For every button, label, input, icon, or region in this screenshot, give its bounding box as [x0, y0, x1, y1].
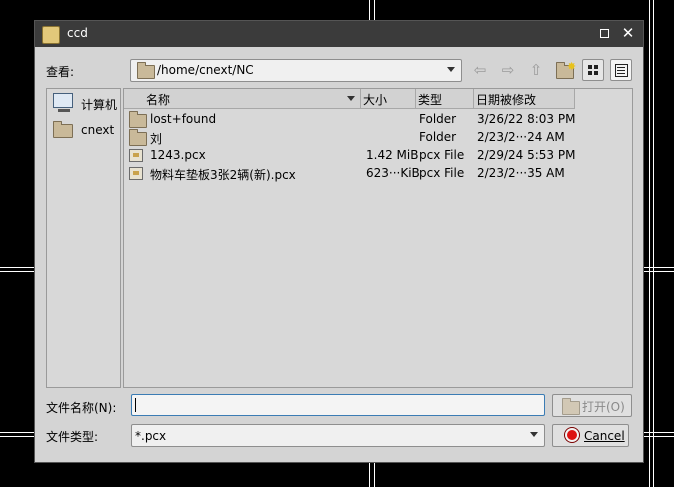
- cancel-button-label: Cancel: [584, 429, 625, 443]
- file-name: 刘: [150, 132, 163, 146]
- column-header-name[interactable]: 名称: [124, 89, 361, 109]
- computer-icon: [53, 93, 73, 112]
- sidebar-item-label: cnext: [81, 123, 115, 137]
- chevron-down-icon: [447, 67, 455, 72]
- file-size: 623···KiB: [366, 166, 420, 180]
- file-name: 物料车垫板3张2辆(新).pcx: [150, 168, 296, 182]
- file-date: 2/23/2···35 AM: [477, 166, 565, 180]
- column-header-label: 类型: [418, 93, 443, 107]
- desktop-guide-line: [653, 0, 654, 487]
- file-date: 3/26/22 8:03 PM: [477, 112, 576, 126]
- folder-icon: [53, 121, 73, 138]
- filename-input[interactable]: [131, 394, 545, 416]
- column-header-date[interactable]: 日期被修改: [474, 89, 575, 109]
- filetype-value: *.pcx: [135, 429, 167, 443]
- table-row[interactable]: 刘 Folder 2/23/2···24 AM: [124, 128, 632, 146]
- close-icon[interactable]: ✕: [620, 25, 636, 41]
- table-row[interactable]: 1243.pcx 1.42 MiB pcx File 2/29/24 5:53 …: [124, 146, 632, 164]
- table-row[interactable]: lost+found Folder 3/26/22 8:03 PM: [124, 110, 632, 128]
- file-date: 2/29/24 5:53 PM: [477, 148, 576, 162]
- desktop-guide-line: [649, 0, 650, 487]
- file-list[interactable]: 名称 大小 类型 日期被修改 lost+found Folder 3/26/22…: [123, 88, 633, 388]
- open-button-label: 打开(O): [582, 400, 625, 414]
- file-dialog: ccd ✕ 查看: /home/cnext/NC ⇦ ⇨ ⇧ ✸ 计算机 cne…: [35, 21, 643, 462]
- maximize-icon[interactable]: [596, 25, 612, 41]
- cancel-button[interactable]: Cancel: [552, 424, 629, 447]
- folder-icon: [129, 111, 147, 128]
- folder-icon: [137, 62, 155, 79]
- column-header-label: 大小: [363, 93, 388, 107]
- places-sidebar: 计算机 cnext: [46, 88, 121, 388]
- folder-icon: [129, 129, 147, 146]
- column-header-label: 日期被修改: [476, 93, 537, 107]
- cancel-icon: [565, 428, 579, 442]
- table-row[interactable]: 物料车垫板3张2辆(新).pcx 623···KiB pcx File 2/23…: [124, 164, 632, 182]
- filetype-combobox[interactable]: *.pcx: [131, 424, 545, 447]
- list-view-icon[interactable]: [582, 59, 604, 81]
- file-name: 1243.pcx: [150, 148, 206, 162]
- sidebar-item-label: 计算机: [81, 98, 118, 112]
- chevron-down-icon: [530, 432, 538, 437]
- image-file-icon: [129, 149, 143, 162]
- new-folder-icon[interactable]: ✸: [556, 60, 577, 79]
- image-file-icon: [129, 167, 143, 180]
- text-caret: [135, 398, 136, 412]
- file-date: 2/23/2···24 AM: [477, 130, 565, 144]
- column-header-label: 名称: [146, 93, 171, 107]
- column-header-type[interactable]: 类型: [416, 89, 474, 109]
- filetype-label: 文件类型:: [46, 430, 99, 444]
- forward-arrow-icon[interactable]: ⇨: [497, 59, 519, 81]
- path-value: /home/cnext/NC: [157, 63, 254, 77]
- file-type: pcx File: [419, 148, 465, 162]
- file-type: pcx File: [419, 166, 465, 180]
- file-name: lost+found: [150, 112, 217, 126]
- file-size: 1.42 MiB: [366, 148, 419, 162]
- detail-view-icon[interactable]: [610, 59, 632, 81]
- folder-icon: [562, 398, 580, 415]
- path-combobox[interactable]: /home/cnext/NC: [130, 59, 462, 82]
- file-type: Folder: [419, 112, 457, 126]
- file-type: Folder: [419, 130, 457, 144]
- sidebar-item-cnext[interactable]: cnext: [51, 120, 119, 140]
- sparkle-icon: ✸: [567, 60, 577, 73]
- sort-arrow-icon: [347, 96, 355, 101]
- open-button[interactable]: 打开(O): [552, 394, 632, 417]
- look-in-label: 查看:: [46, 65, 75, 79]
- back-arrow-icon[interactable]: ⇦: [469, 59, 491, 81]
- filename-label: 文件名称(N):: [46, 401, 117, 415]
- up-arrow-icon[interactable]: ⇧: [525, 59, 547, 81]
- sidebar-item-computer[interactable]: 计算机: [51, 93, 119, 113]
- title-bar[interactable]: ccd ✕: [35, 21, 643, 47]
- column-header-size[interactable]: 大小: [361, 89, 416, 109]
- app-icon: [42, 26, 60, 44]
- window-title: ccd: [67, 26, 88, 40]
